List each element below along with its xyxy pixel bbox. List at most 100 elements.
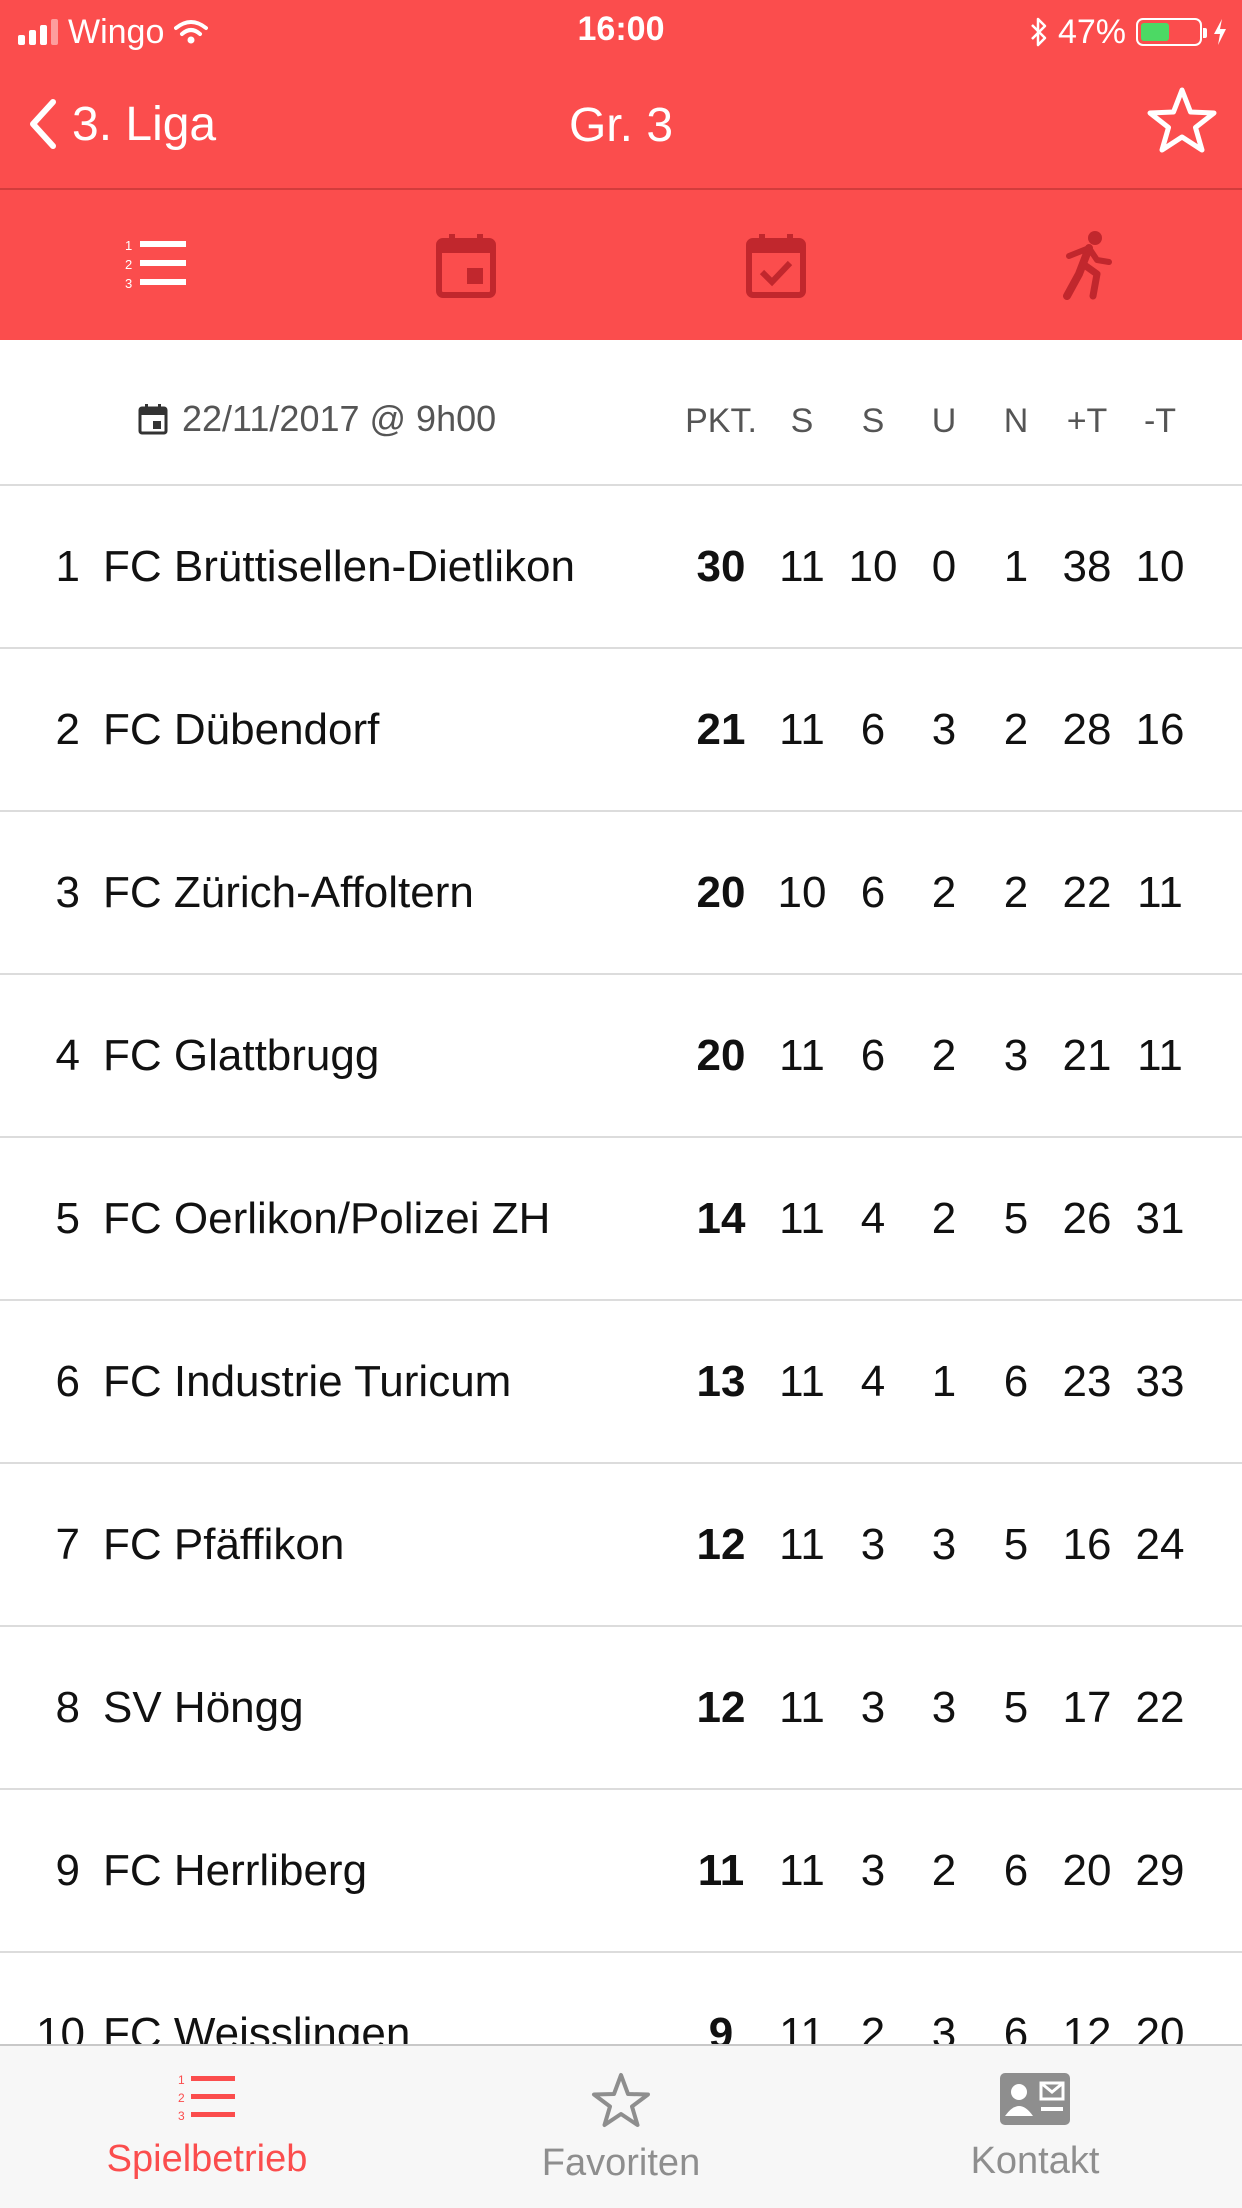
points-cell: 9: [708, 2009, 734, 2044]
draws-cell: 2: [931, 868, 957, 917]
team-name: FC Brüttisellen-Dietlikon: [103, 542, 575, 591]
table-row[interactable]: 3 FC Zürich-Affoltern 20 10 6 2 2 22 11: [0, 812, 1242, 975]
team-name: FC Herrliberg: [103, 1846, 368, 1895]
draws-cell: 3: [931, 1683, 957, 1732]
draws-cell: 0: [931, 542, 957, 591]
tab-schedule[interactable]: [311, 190, 622, 340]
rank-cell: 2: [55, 705, 80, 754]
draws-cell: 3: [931, 1520, 957, 1569]
svg-text:2: 2: [125, 257, 132, 272]
wins-cell: 6: [860, 1031, 886, 1080]
tab-spielbetrieb[interactable]: 1 2 3 Spielbetrieb: [0, 2046, 414, 2208]
losses-cell: 6: [1003, 2009, 1029, 2044]
losses-cell: 2: [1003, 705, 1029, 754]
losses-cell: 2: [1003, 868, 1029, 917]
status-right: 47%: [1030, 10, 1228, 54]
team-name: SV Höngg: [103, 1683, 304, 1732]
games-cell: 10: [777, 868, 827, 917]
games-cell: 11: [779, 705, 825, 754]
draws-cell: 1: [931, 1357, 957, 1406]
games-cell: 11: [779, 1357, 825, 1406]
draws-cell: 3: [931, 2009, 957, 2044]
tab-players[interactable]: [932, 190, 1242, 340]
bottom-tab-bar: 1 2 3 Spielbetrieb Favoriten Kontakt: [0, 2044, 1242, 2208]
losses-cell: 1: [1003, 542, 1029, 591]
star-icon: [592, 2073, 650, 2127]
svg-text:3: 3: [178, 2109, 185, 2123]
table-row[interactable]: 6 FC Industrie Turicum 13 11 4 1 6 23 33: [0, 1301, 1242, 1464]
wins-cell: 3: [860, 1683, 886, 1732]
calendar-icon: [435, 234, 496, 298]
rank-cell: 1: [55, 542, 80, 591]
goals-for-cell: 12: [1062, 2009, 1112, 2044]
list-icon: 1 2 3: [178, 2073, 235, 2123]
losses-cell: 5: [1003, 1194, 1029, 1243]
games-cell: 11: [779, 2009, 825, 2044]
goals-against-cell: 10: [1135, 542, 1185, 591]
draws-cell: 3: [931, 705, 957, 754]
running-person-icon: [1062, 231, 1112, 300]
goals-for-cell: 16: [1062, 1520, 1112, 1569]
rank-cell: 9: [55, 1846, 80, 1895]
segment-tabs: 1 2 3: [0, 190, 1242, 340]
games-cell: 11: [779, 1520, 825, 1569]
standings-header: 22/11/2017 @ 9h00 PKT. S S U N +T -T: [0, 340, 1242, 486]
points-cell: 13: [696, 1357, 746, 1406]
team-name: FC Zürich-Affoltern: [103, 868, 474, 917]
team-name: FC Oerlikon/Polizei ZH: [103, 1194, 551, 1243]
points-cell: 11: [697, 1846, 745, 1895]
games-cell: 11: [779, 542, 825, 591]
ranking-list-icon: 1 2 3: [125, 238, 187, 291]
wins-cell: 6: [860, 705, 886, 754]
svg-text:1: 1: [178, 2073, 185, 2087]
team-name: FC Pfäffikon: [103, 1520, 345, 1569]
tab-standings[interactable]: 1 2 3: [0, 190, 311, 340]
wins-cell: 6: [860, 868, 886, 917]
rank-cell: 8: [55, 1683, 80, 1732]
table-row[interactable]: 9 FC Herrliberg 11 11 3 2 6 20 29: [0, 1790, 1242, 1953]
losses-cell: 3: [1003, 1031, 1029, 1080]
points-cell: 20: [696, 1031, 746, 1080]
bluetooth-icon: [1031, 17, 1047, 47]
wins-cell: 4: [860, 1357, 886, 1406]
table-row[interactable]: 4 FC Glattbrugg 20 11 6 2 3 21 11: [0, 975, 1242, 1138]
goals-against-cell: 29: [1135, 1846, 1185, 1895]
goals-for-cell: 23: [1062, 1357, 1112, 1406]
column-header-goals-against: -T: [1143, 402, 1177, 440]
column-header-goals-for: +T: [1066, 402, 1108, 440]
draws-cell: 2: [931, 1846, 957, 1895]
charging-bolt-icon: [1214, 19, 1226, 45]
table-row[interactable]: 1 FC Brüttisellen-Dietlikon 30 11 10 0 1 38 10: [0, 486, 1242, 649]
tab-kontakt[interactable]: Kontakt: [828, 2046, 1242, 2208]
table-row[interactable]: 7 FC Pfäffikon 12 11 3 3 5 16 24: [0, 1464, 1242, 1627]
back-button[interactable]: 3. Liga: [28, 90, 216, 158]
points-cell: 14: [696, 1194, 746, 1243]
table-row[interactable]: 2 FC Dübendorf 21 11 6 3 2 28 16: [0, 649, 1242, 812]
games-cell: 11: [779, 1031, 825, 1080]
status-bar: Wingo 16:00 47%: [0, 0, 1242, 62]
rank-cell: 5: [55, 1194, 80, 1243]
table-row[interactable]: 5 FC Oerlikon/Polizei ZH 14 11 4 2 5 26 31: [0, 1138, 1242, 1301]
goals-for-cell: 38: [1062, 542, 1112, 591]
goals-against-cell: 31: [1135, 1194, 1185, 1243]
goals-for-cell: 26: [1062, 1194, 1112, 1243]
goals-against-cell: 22: [1135, 1683, 1185, 1732]
tab-label: Favoriten: [541, 2142, 701, 2184]
column-header-losses: N: [1003, 402, 1029, 440]
wins-cell: 3: [860, 1520, 886, 1569]
draws-cell: 2: [931, 1194, 957, 1243]
goals-against-cell: 11: [1137, 868, 1183, 917]
tab-favoriten[interactable]: Favoriten: [414, 2046, 828, 2208]
table-row[interactable]: 10 FC Weisslingen 9 11 2 3 6 12 20: [0, 1953, 1242, 2044]
tab-results[interactable]: [621, 190, 932, 340]
goals-for-cell: 28: [1062, 705, 1112, 754]
date-text: 22/11/2017 @ 9h00: [182, 398, 497, 439]
table-row[interactable]: 8 SV Höngg 12 11 3 3 5 17 22: [0, 1627, 1242, 1790]
goals-against-cell: 20: [1135, 2009, 1185, 2044]
battery-percent: 47%: [1057, 12, 1126, 51]
losses-cell: 5: [1003, 1520, 1029, 1569]
navigation-bar: 3. Liga Gr. 3: [0, 62, 1242, 190]
goals-against-cell: 11: [1137, 1031, 1183, 1080]
column-header-games: S: [790, 402, 814, 440]
favorite-star-icon[interactable]: [1144, 84, 1220, 160]
